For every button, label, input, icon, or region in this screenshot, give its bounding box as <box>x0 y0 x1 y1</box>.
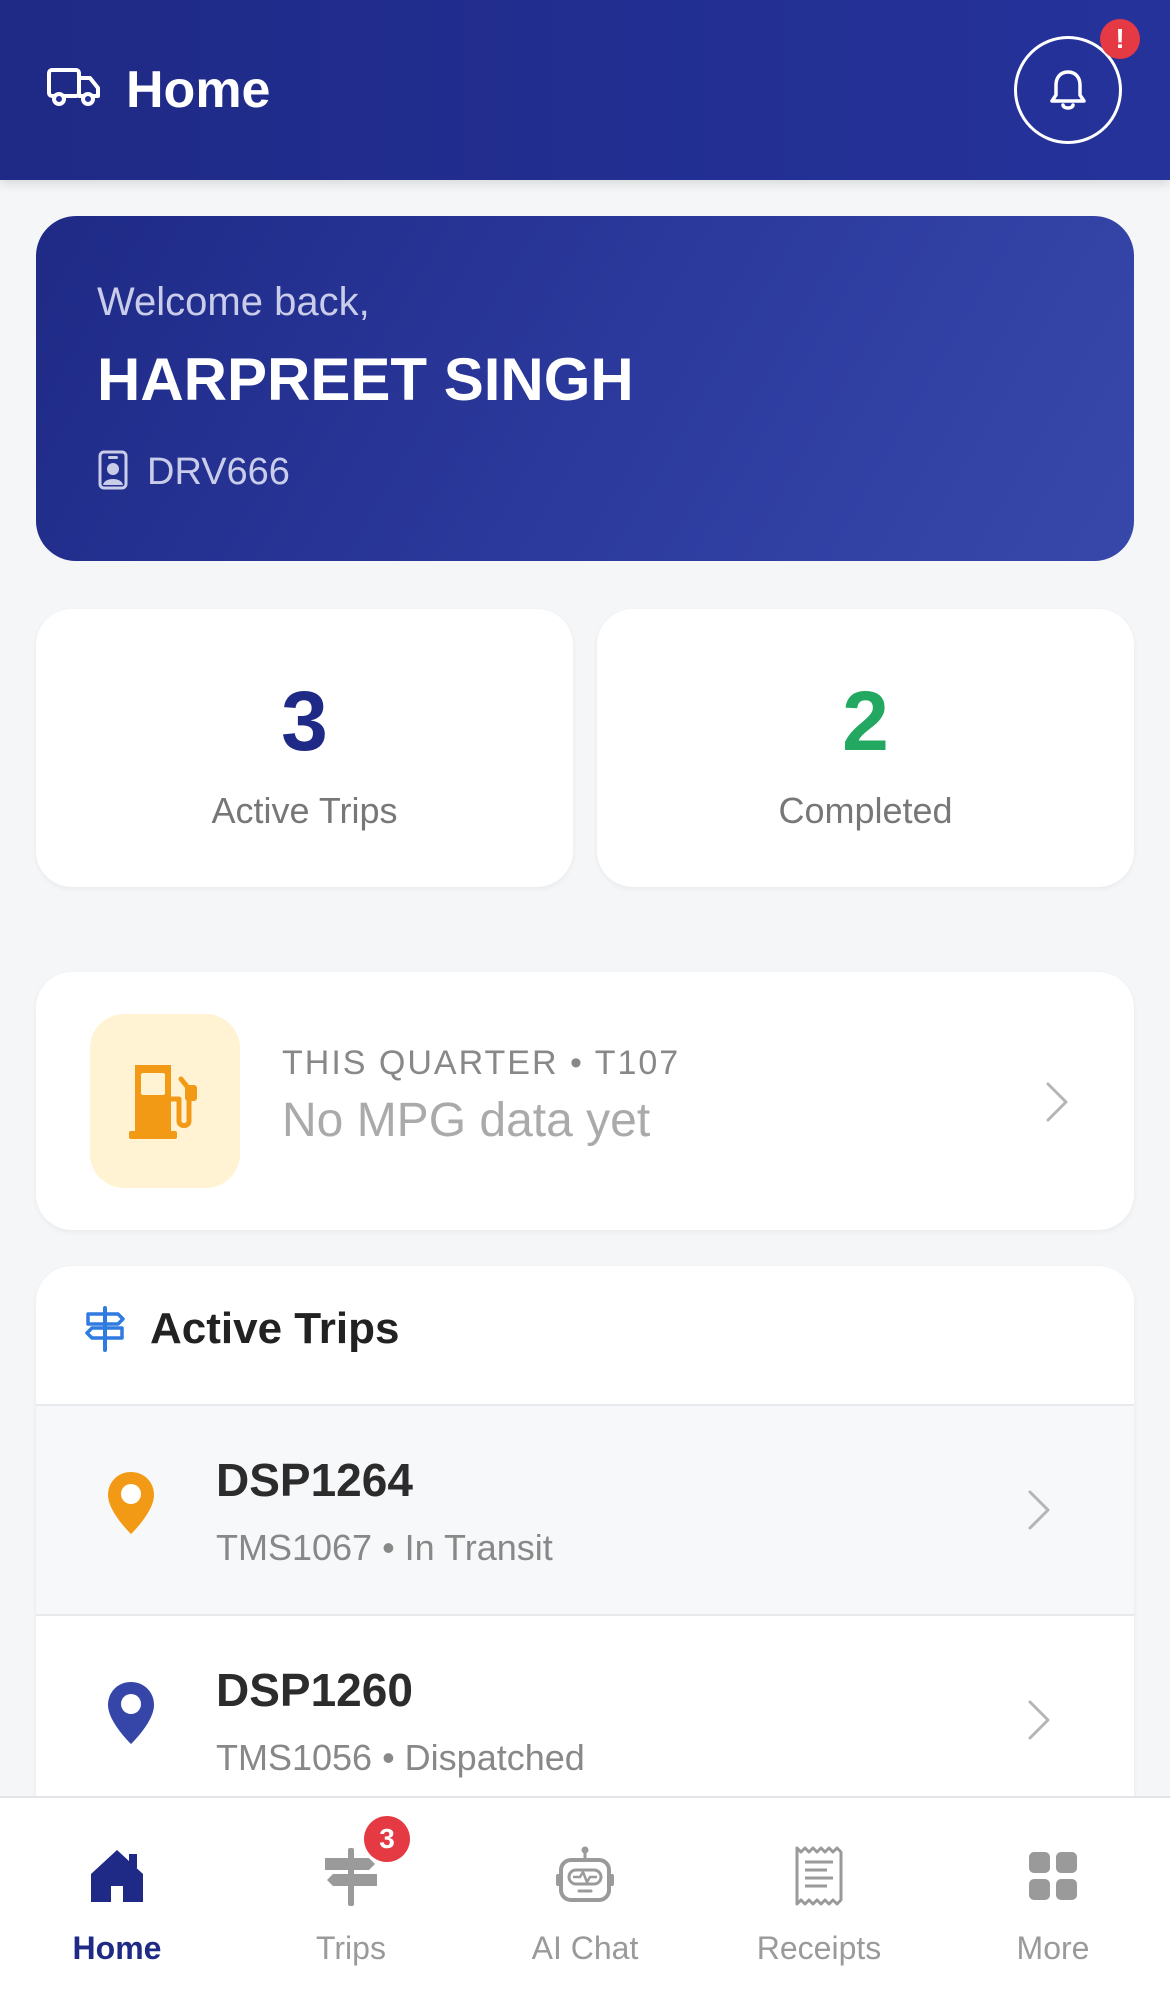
active-trips-title: Active Trips <box>150 1304 400 1353</box>
fuel-icon-box <box>90 1014 240 1188</box>
signpost-icon <box>85 1306 125 1352</box>
grid-icon <box>1029 1852 1077 1900</box>
nav-more-label: More <box>1016 1930 1090 1966</box>
bell-icon <box>1050 70 1086 110</box>
trips-count-badge: 3 <box>364 1816 410 1862</box>
chevron-right-icon <box>1028 1490 1050 1530</box>
nav-home[interactable]: Home <box>0 1798 234 1992</box>
mpg-period: THIS QUARTER • T107 <box>282 1044 681 1082</box>
location-pin-icon <box>108 1472 154 1534</box>
page-title: Home <box>126 61 271 119</box>
nav-more[interactable]: More <box>936 1798 1170 1992</box>
active-trips-count: 3 <box>281 674 328 768</box>
mpg-card[interactable]: THIS QUARTER • T107 No MPG data yet <box>36 972 1134 1230</box>
welcome-greeting: Welcome back, <box>97 280 370 324</box>
driver-id: DRV666 <box>147 451 290 493</box>
nav-home-label: Home <box>72 1930 162 1966</box>
chevron-right-icon <box>1028 1700 1050 1740</box>
trip-row[interactable]: DSP1260 TMS1056 • Dispatched <box>36 1614 1134 1824</box>
robot-icon <box>556 1846 614 1902</box>
trip-code: DSP1264 <box>216 1454 413 1506</box>
completed-label: Completed <box>778 790 953 831</box>
nav-receipts[interactable]: Receipts <box>702 1798 936 1992</box>
receipt-icon <box>795 1846 843 1906</box>
nav-trips[interactable]: 3 Trips <box>234 1798 468 1992</box>
chevron-right-icon <box>1046 1082 1068 1122</box>
driver-name: HARPREET SINGH <box>97 346 634 413</box>
location-pin-icon <box>108 1682 154 1744</box>
trip-subtitle: TMS1067 • In Transit <box>216 1527 553 1568</box>
completed-stat-card[interactable]: 2 Completed <box>597 609 1134 887</box>
nav-ai-chat[interactable]: AI Chat <box>468 1798 702 1992</box>
active-trips-label: Active Trips <box>211 790 398 831</box>
mpg-value: No MPG data yet <box>282 1094 651 1147</box>
alert-badge: ! <box>1100 19 1140 59</box>
trip-row[interactable]: DSP1264 TMS1067 • In Transit <box>36 1404 1134 1614</box>
welcome-card: Welcome back, HARPREET SINGH DRV666 <box>36 216 1134 561</box>
truck-icon <box>47 68 100 106</box>
app-header: Home ! <box>0 0 1170 180</box>
nav-ai-chat-label: AI Chat <box>531 1930 639 1966</box>
nav-trips-label: Trips <box>316 1930 386 1966</box>
trip-code: DSP1260 <box>216 1664 413 1716</box>
trip-subtitle: TMS1056 • Dispatched <box>216 1737 585 1778</box>
id-badge-icon <box>98 450 128 490</box>
completed-count: 2 <box>842 674 889 768</box>
nav-receipts-label: Receipts <box>756 1930 882 1966</box>
active-trips-stat-card[interactable]: 3 Active Trips <box>36 609 573 887</box>
bottom-nav: Home 3 Trips AI Chat Receipts More <box>0 1796 1170 1992</box>
fuel-pump-icon <box>129 1065 197 1139</box>
home-icon <box>91 1850 143 1902</box>
